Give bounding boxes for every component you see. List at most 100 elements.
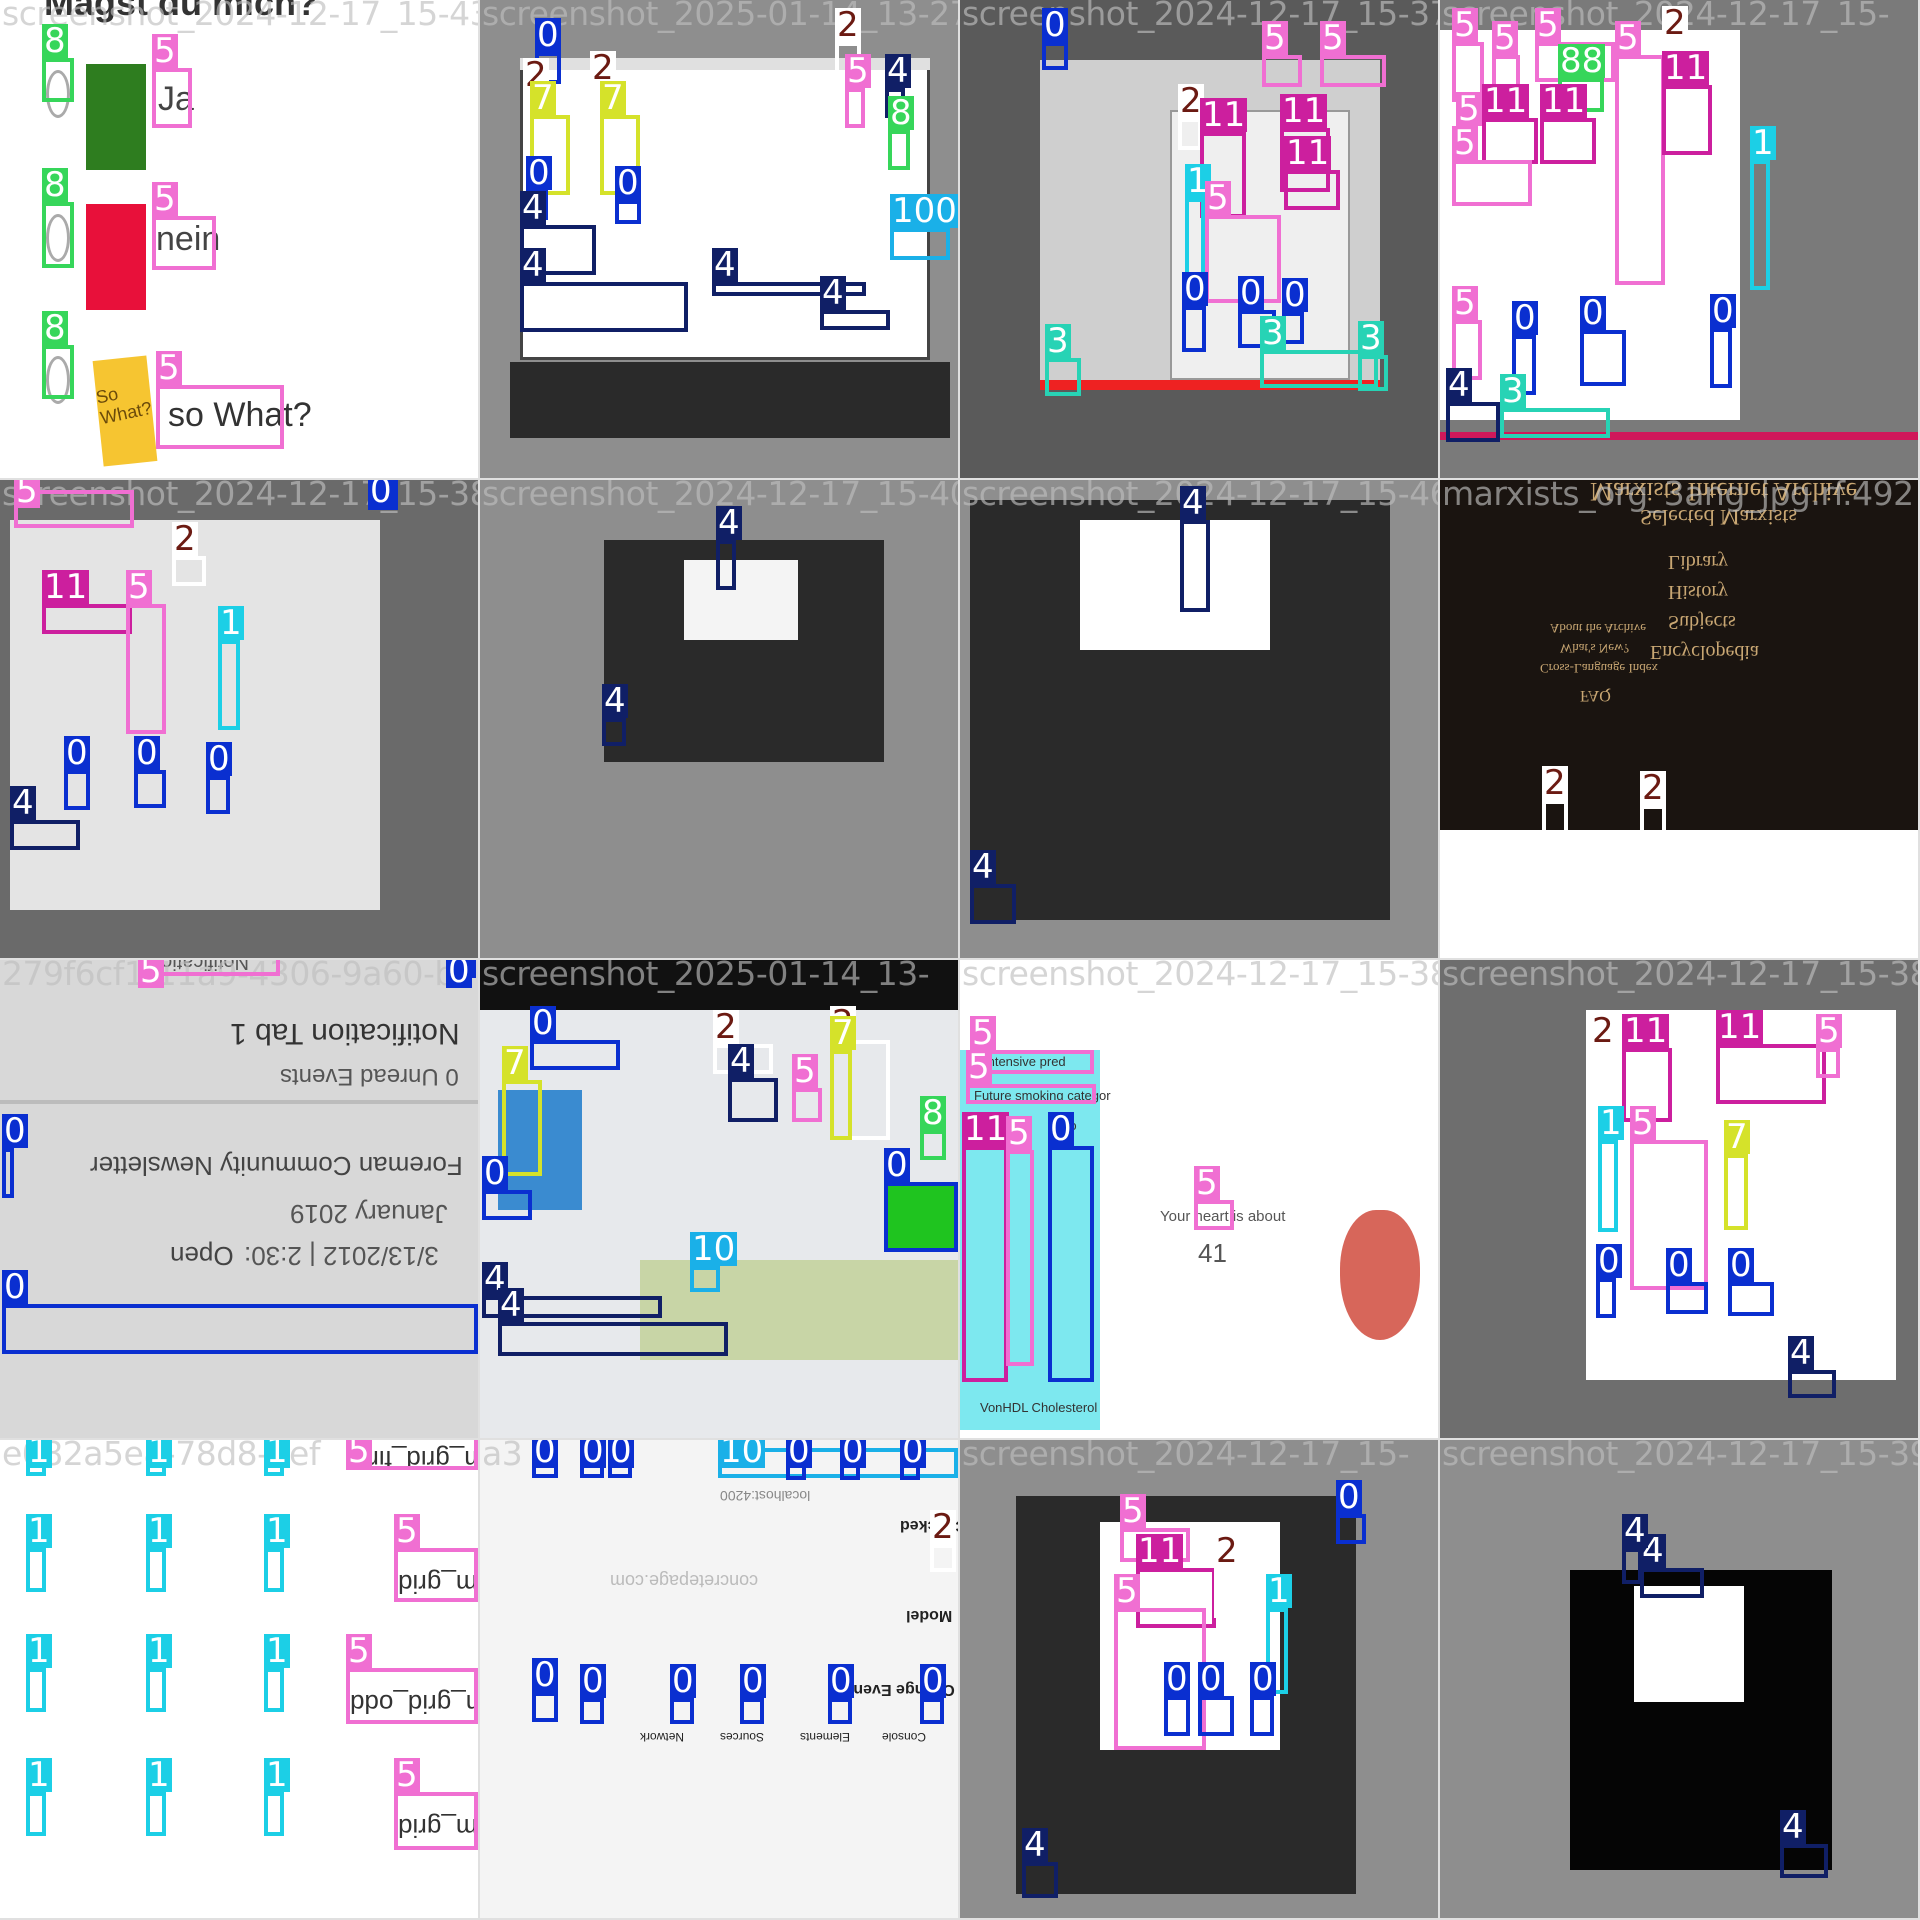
detection-label: 1: [26, 1755, 52, 1795]
detection-label: 5: [1452, 5, 1478, 45]
model-label: Model: [906, 1607, 953, 1624]
detection-label: 5: [138, 960, 164, 988]
detection-box-class-0: [532, 1692, 558, 1722]
detection-label: 5: [1320, 18, 1346, 58]
detection-label: 0: [580, 1440, 606, 1468]
detection-box-class-0: [1250, 1696, 1274, 1736]
notification-tab-title[interactable]: Notification Tab 1: [230, 1016, 460, 1050]
detection-box-class-0: [206, 776, 230, 814]
detection-box-class-4: [1180, 520, 1210, 612]
detection-box-class-0: [530, 1040, 620, 1070]
detection-label: 5: [152, 31, 178, 71]
detection-label: 4: [1180, 483, 1206, 523]
detection-label: 2: [172, 519, 198, 559]
menu-encyclopedia[interactable]: Encyclopedia: [1650, 640, 1759, 663]
green-answer-swatch: [86, 64, 146, 170]
tile-0: Magst du mich? So What? Ja nein so What?…: [0, 0, 478, 478]
detection-box-class-5: [966, 1084, 1096, 1104]
detection-label: 0: [1336, 1477, 1362, 1517]
detection-box-class-0: [1580, 330, 1626, 386]
sources-tab[interactable]: Sources: [720, 1730, 764, 1744]
detection-box-class-4: [716, 540, 736, 590]
newsletter-time: 3/13/2012 | 2:30:: [244, 1241, 439, 1271]
detection-box-class-0: [134, 770, 166, 808]
detection-box-class-10: [890, 228, 950, 260]
tile-caption: screenshot_2024-12-17_15-38-24_png.rf.20…: [1442, 960, 1918, 993]
detection-box-class-3: [1358, 355, 1388, 391]
detection-label: 5: [394, 1511, 420, 1551]
detection-label: 0: [2, 1267, 28, 1307]
detection-label: 11: [962, 1109, 1010, 1149]
detection-box-class-0: [1048, 1146, 1094, 1382]
detection-label: 7: [830, 1013, 856, 1053]
link-about[interactable]: About the Archive: [1550, 620, 1646, 636]
detection-box-class-4: [1622, 1548, 1642, 1584]
newsletter-title[interactable]: Foreman Community Newsletter: [90, 1150, 463, 1181]
detection-box-class-0: [1198, 1696, 1234, 1736]
detection-label: 0: [530, 1003, 556, 1043]
detection-label: 2: [1214, 1531, 1240, 1571]
detection-box-class-0: [64, 770, 90, 810]
detection-label: 1: [264, 1440, 290, 1468]
detection-box-class-5: [1320, 55, 1386, 87]
detection-box-class-1: [264, 1548, 284, 1592]
detection-label: 0: [134, 733, 160, 773]
tile-3: screenshot_2024-12-17_15- 55588111155521…: [1440, 0, 1918, 478]
detection-label: 11: [1662, 48, 1710, 88]
network-tab[interactable]: Network: [640, 1730, 684, 1744]
tile-14: screenshot_2024-12-17_15- 5 0 11 2 1 5 0 0 0 4: [960, 1440, 1438, 1918]
link-cross-language[interactable]: Cross-Language Index: [1540, 660, 1658, 676]
detection-label: 4: [498, 1285, 524, 1325]
detection-box-class-5: [1816, 1048, 1840, 1078]
tile-8: Notifications Notification Tab 1 0 Unrea…: [0, 960, 478, 1438]
detection-box-class-1: [146, 1668, 166, 1712]
detection-label: 4: [712, 245, 738, 285]
detection-label: 1: [26, 1511, 52, 1551]
detection-label: 0: [1512, 298, 1538, 338]
detection-label: 1: [1750, 123, 1776, 163]
link-faq[interactable]: FAQ: [1580, 686, 1611, 704]
detection-label: 0: [920, 1661, 946, 1701]
detection-box-class-11: [962, 1146, 1008, 1382]
detection-label: 8: [42, 165, 68, 205]
heart-value: 41: [1198, 1238, 1227, 1268]
detection-box-class-7: [1724, 1154, 1748, 1230]
detection-box-class-4: [10, 820, 80, 850]
menu-subjects[interactable]: Subjects: [1668, 610, 1736, 633]
elements-tab[interactable]: Elements: [800, 1730, 850, 1744]
detection-label: 3: [1500, 371, 1526, 411]
detection-label: 5: [1205, 178, 1231, 218]
console-tab[interactable]: Console: [882, 1730, 926, 1744]
detection-label: 0: [446, 960, 472, 988]
menu-history[interactable]: History: [1668, 580, 1728, 603]
detection-label: 2: [930, 1507, 956, 1547]
detection-label: 0: [206, 739, 232, 779]
detection-box-class-0: [920, 1698, 944, 1724]
detection-box-class-8: [42, 202, 74, 268]
detection-label: 2: [1590, 1011, 1616, 1051]
detection-label: 5: [14, 480, 40, 508]
detection-box-class-4: [602, 718, 626, 746]
detection-box-class-2: [1214, 1568, 1254, 1618]
detection-label: 5: [1114, 1571, 1140, 1611]
detection-label: 4: [885, 51, 911, 91]
detection-box-class-0: [828, 1698, 852, 1724]
detection-label: 4: [520, 245, 546, 285]
tile-6: screenshot_2024-12-17_15-46-55_png.rf.3 …: [960, 480, 1438, 958]
detection-label: 10: [690, 1229, 738, 1269]
detection-box-class-1: [264, 1792, 284, 1836]
heart-illustration: [1340, 1210, 1420, 1340]
link-whats-new[interactable]: What's New?: [1560, 640, 1629, 656]
open-button[interactable]: Open: [170, 1240, 234, 1271]
menu-library[interactable]: Library: [1668, 550, 1728, 573]
detection-label: 0: [1164, 1659, 1190, 1699]
detection-box-class-8: [42, 345, 74, 399]
detection-label: 5: [346, 1440, 372, 1468]
detection-box-class-2: [930, 1544, 956, 1572]
detection-label: 4: [10, 783, 36, 823]
detection-label: 8: [888, 93, 914, 133]
detection-label: 4: [716, 503, 742, 543]
detection-label: 5: [1456, 89, 1482, 129]
detection-box-class-4: [1788, 1370, 1836, 1398]
detection-label: 5: [1816, 1011, 1842, 1051]
